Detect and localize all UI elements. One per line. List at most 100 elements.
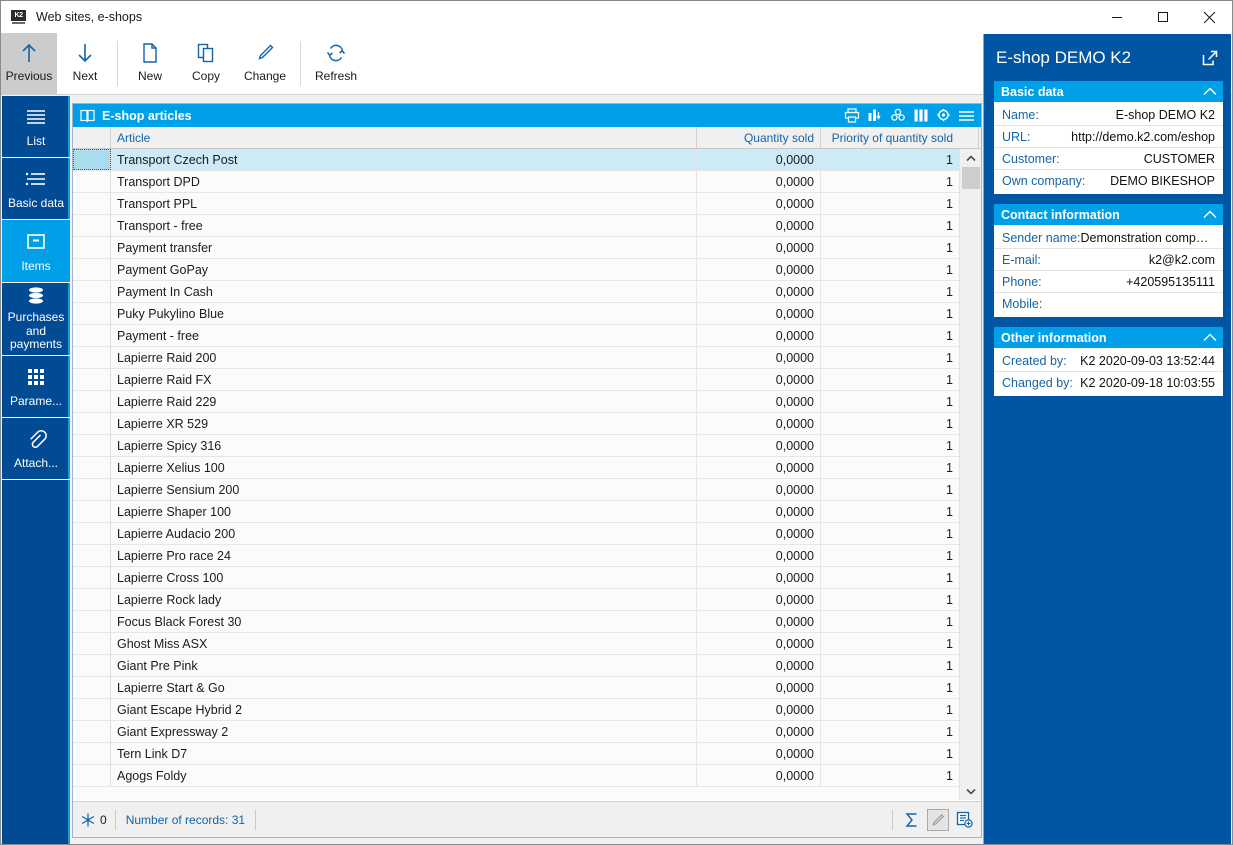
scrollbar-thumb[interactable] (962, 167, 980, 189)
table-row[interactable]: Payment - free 0,0000 1 (73, 325, 959, 347)
column-header-article[interactable]: Article (111, 127, 697, 148)
row-selector-cell[interactable] (73, 413, 111, 434)
cell-article[interactable]: Ghost Miss ASX (111, 633, 697, 654)
cell-priority[interactable]: 1 (821, 259, 959, 280)
next-button[interactable]: Next (57, 33, 113, 94)
cell-article[interactable]: Lapierre Raid FX (111, 369, 697, 390)
new-button[interactable]: New (122, 33, 178, 94)
cell-priority[interactable]: 1 (821, 567, 959, 588)
detail-field-value[interactable]: +420595135111 (1126, 275, 1215, 289)
cell-article[interactable]: Payment transfer (111, 237, 697, 258)
cell-article[interactable]: Puky Pukylino Blue (111, 303, 697, 324)
table-row[interactable]: Lapierre Audacio 200 0,0000 1 (73, 523, 959, 545)
table-row[interactable]: Tern Link D7 0,0000 1 (73, 743, 959, 765)
cell-article[interactable]: Agogs Foldy (111, 765, 697, 786)
cell-article[interactable]: Lapierre Cross 100 (111, 567, 697, 588)
row-selector-cell[interactable] (73, 369, 111, 390)
cell-article[interactable]: Lapierre Spicy 316 (111, 435, 697, 456)
detail-field-value[interactable]: DEMO BIKESHOP (1110, 174, 1215, 188)
cell-quantity-sold[interactable]: 0,0000 (697, 699, 821, 720)
scroll-up-icon[interactable] (960, 149, 981, 167)
cell-quantity-sold[interactable]: 0,0000 (697, 655, 821, 676)
cell-quantity-sold[interactable]: 0,0000 (697, 391, 821, 412)
table-row[interactable]: Giant Escape Hybrid 2 0,0000 1 (73, 699, 959, 721)
cell-quantity-sold[interactable]: 0,0000 (697, 765, 821, 786)
row-selector-cell[interactable] (73, 303, 111, 324)
cell-priority[interactable]: 1 (821, 347, 959, 368)
table-row[interactable]: Agogs Foldy 0,0000 1 (73, 765, 959, 787)
table-row[interactable]: Payment transfer 0,0000 1 (73, 237, 959, 259)
cell-article[interactable]: Lapierre Start & Go (111, 677, 697, 698)
detail-field-value[interactable]: CUSTOMER (1144, 152, 1215, 166)
cell-priority[interactable]: 1 (821, 589, 959, 610)
table-row[interactable]: Focus Black Forest 30 0,0000 1 (73, 611, 959, 633)
table-row[interactable]: Transport Czech Post 0,0000 1 (73, 149, 959, 171)
cell-quantity-sold[interactable]: 0,0000 (697, 281, 821, 302)
detail-section-header[interactable]: Basic data (994, 81, 1223, 102)
close-icon[interactable] (1186, 1, 1232, 33)
sidebar-item-items[interactable]: Items (2, 220, 70, 283)
cell-priority[interactable]: 1 (821, 237, 959, 258)
cell-priority[interactable]: 1 (821, 743, 959, 764)
row-selector-cell[interactable] (73, 259, 111, 280)
row-selector-cell[interactable] (73, 743, 111, 764)
cell-quantity-sold[interactable]: 0,0000 (697, 259, 821, 280)
cell-quantity-sold[interactable]: 0,0000 (697, 567, 821, 588)
cell-priority[interactable]: 1 (821, 633, 959, 654)
cell-quantity-sold[interactable]: 0,0000 (697, 743, 821, 764)
cell-quantity-sold[interactable]: 0,0000 (697, 369, 821, 390)
columns-icon[interactable] (912, 107, 929, 124)
cell-priority[interactable]: 1 (821, 479, 959, 500)
cell-priority[interactable]: 1 (821, 655, 959, 676)
cell-article[interactable]: Payment - free (111, 325, 697, 346)
cell-priority[interactable]: 1 (821, 501, 959, 522)
table-row[interactable]: Lapierre Raid 200 0,0000 1 (73, 347, 959, 369)
cell-priority[interactable]: 1 (821, 325, 959, 346)
detail-field-value[interactable]: K2 2020-09-18 10:03:55 (1080, 376, 1215, 390)
cell-priority[interactable]: 1 (821, 193, 959, 214)
cell-quantity-sold[interactable]: 0,0000 (697, 677, 821, 698)
cell-article[interactable]: Payment In Cash (111, 281, 697, 302)
row-selector-cell[interactable] (73, 655, 111, 676)
cell-quantity-sold[interactable]: 0,0000 (697, 149, 821, 170)
cell-quantity-sold[interactable]: 0,0000 (697, 303, 821, 324)
cell-article[interactable]: Giant Escape Hybrid 2 (111, 699, 697, 720)
cell-quantity-sold[interactable]: 0,0000 (697, 171, 821, 192)
cell-quantity-sold[interactable]: 0,0000 (697, 347, 821, 368)
cell-article[interactable]: Lapierre Xelius 100 (111, 457, 697, 478)
row-selector-cell[interactable] (73, 347, 111, 368)
column-header-quantity-sold[interactable]: Quantity sold (697, 127, 821, 148)
cell-quantity-sold[interactable]: 0,0000 (697, 457, 821, 478)
table-row[interactable]: Lapierre Start & Go 0,0000 1 (73, 677, 959, 699)
sidebar-item-parameters[interactable]: Parame... (2, 356, 70, 418)
detail-field-value[interactable]: http://demo.k2.com/eshop (1071, 130, 1215, 144)
table-row[interactable]: Puky Pukylino Blue 0,0000 1 (73, 303, 959, 325)
detail-section-header[interactable]: Contact information (994, 204, 1223, 225)
table-row[interactable]: Lapierre Raid FX 0,0000 1 (73, 369, 959, 391)
table-row[interactable]: Giant Pre Pink 0,0000 1 (73, 655, 959, 677)
cell-article[interactable]: Lapierre XR 529 (111, 413, 697, 434)
row-selector-cell[interactable] (73, 765, 111, 786)
cell-quantity-sold[interactable]: 0,0000 (697, 633, 821, 654)
cell-article[interactable]: Lapierre Raid 229 (111, 391, 697, 412)
open-external-icon[interactable] (1199, 47, 1221, 69)
cell-quantity-sold[interactable]: 0,0000 (697, 545, 821, 566)
cell-quantity-sold[interactable]: 0,0000 (697, 435, 821, 456)
cell-article[interactable]: Transport Czech Post (111, 149, 697, 170)
previous-button[interactable]: Previous (1, 33, 57, 94)
row-selector-cell[interactable] (73, 721, 111, 742)
cell-quantity-sold[interactable]: 0,0000 (697, 237, 821, 258)
cell-priority[interactable]: 1 (821, 281, 959, 302)
cell-article[interactable]: Payment GoPay (111, 259, 697, 280)
cell-article[interactable]: Transport PPL (111, 193, 697, 214)
cell-article[interactable]: Transport - free (111, 215, 697, 236)
table-row[interactable]: Transport DPD 0,0000 1 (73, 171, 959, 193)
cell-priority[interactable]: 1 (821, 677, 959, 698)
grid-menu-icon[interactable] (958, 107, 975, 124)
cell-quantity-sold[interactable]: 0,0000 (697, 611, 821, 632)
cell-article[interactable]: Transport DPD (111, 171, 697, 192)
cell-priority[interactable]: 1 (821, 215, 959, 236)
row-selector-cell[interactable] (73, 171, 111, 192)
sidebar-item-basic-data[interactable]: Basic data (2, 158, 70, 220)
row-selector-cell[interactable] (73, 699, 111, 720)
